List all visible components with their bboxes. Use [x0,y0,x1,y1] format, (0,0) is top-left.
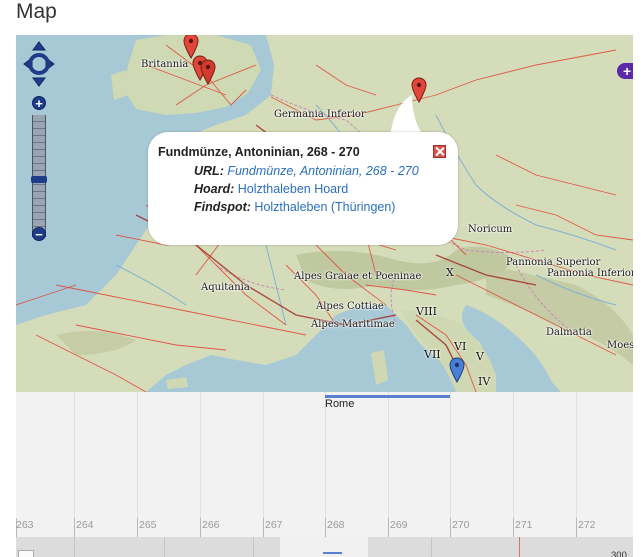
popup-findspot-link[interactable]: Holzthaleben (Thüringen) [254,200,395,214]
timeline-tick [74,518,75,537]
map-navigation-control: + − [23,41,55,251]
timeline-gridline [74,392,75,537]
region-numeral: VI [454,340,467,353]
timeline-tick-label: 271 [515,519,533,531]
timeline-gridline [200,392,201,537]
overview-gridline [164,537,165,557]
info-popup: Fundmünze, Antoninian, 268 - 270 URL: Fu… [148,132,458,245]
timeline-tick-label: 267 [265,519,283,531]
timeline-tick [137,518,138,537]
popup-findspot-row: Findspot: Holzthaleben (Thüringen) [194,200,395,214]
timeline-tick [263,518,264,537]
pan-control-icon[interactable] [23,41,55,87]
timeline-gridline [325,392,326,537]
overview-checkbox[interactable] [18,550,34,557]
timeline-tick-label: 268 [327,519,345,531]
region-numeral: V [476,350,484,363]
timeline-tick-label: 264 [76,519,94,531]
map-view[interactable]: Britannia Germania Inferior Noricum Pann… [16,35,633,392]
timeline-tick-label: 270 [452,519,470,531]
popup-findspot-label: Findspot: [194,200,251,214]
region-numeral: VIII [416,305,437,318]
overview-label: 300 [611,550,627,557]
layer-switcher-button[interactable]: + [617,63,633,79]
popup-tail [390,95,424,137]
timeline-tick [576,518,577,537]
timeline-tick-label: 272 [578,519,596,531]
plus-icon: + [623,63,632,79]
timeline-overview[interactable]: 300 [16,537,633,557]
overview-event-bar [323,552,342,554]
map-marker-icon[interactable] [449,357,465,383]
region-numeral: X [446,266,454,279]
region-numeral: IV [478,375,491,388]
timeline-tick [325,518,326,537]
close-icon[interactable] [433,145,446,158]
timeline-tick [200,518,201,537]
region-numeral: VII [424,348,441,361]
overview-gridline [431,537,432,557]
timeline-gridline [388,392,389,537]
zoom-slider-handle[interactable] [31,176,47,183]
timeline-tick [513,518,514,537]
timeline-gridline [576,392,577,537]
overview-marker [519,537,520,557]
overview-gridline [74,537,75,557]
zoom-out-button[interactable]: − [32,227,46,241]
page-title: Map [16,0,57,23]
popup-hoard-label: Hoard: [194,182,235,196]
timeline-tick [450,518,451,537]
popup-hoard-link[interactable]: Holzthaleben Hoard [238,182,349,196]
timeline-tick [388,518,389,537]
zoom-in-button[interactable]: + [32,96,46,110]
page: Map Britannia Germania Inferior Noricum … [0,0,641,557]
timeline-gridline [137,392,138,537]
timeline-event-label[interactable]: Rome [325,398,354,410]
timeline-tick-label: 263 [16,519,34,531]
map-marker-icon[interactable] [200,59,216,85]
timeline-gridline [513,392,514,537]
timeline-gridline [263,392,264,537]
popup-title: Fundmünze, Antoninian, 268 - 270 [158,145,360,159]
popup-url-label: URL: [194,164,224,178]
timeline-tick-label: 266 [202,519,220,531]
timeline[interactable]: Rome 263 264 265 266 267 268 269 270 271… [16,392,633,537]
timeline-tick-label: 265 [139,519,157,531]
popup-hoard-row: Hoard: Holzthaleben Hoard [194,182,348,196]
overview-gridline [253,537,254,557]
timeline-tick-label: 269 [390,519,408,531]
popup-url-link[interactable]: Fundmünze, Antoninian, 268 - 270 [227,164,418,178]
timeline-gridline [450,392,451,537]
overview-visible-window[interactable] [280,537,368,557]
popup-url-row: URL: Fundmünze, Antoninian, 268 - 270 [194,164,419,178]
